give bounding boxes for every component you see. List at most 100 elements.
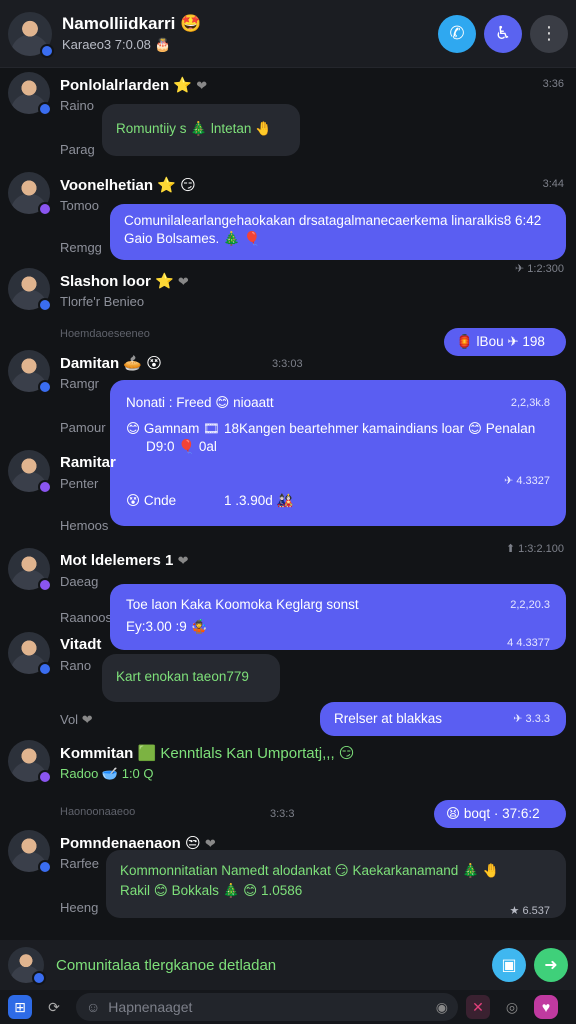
sender-avatar[interactable] — [8, 268, 52, 312]
sender-name[interactable]: Voonelhetian ⭐ 😏 — [60, 176, 196, 194]
bubble-time: 2,2,20.3 — [510, 599, 550, 611]
sender-avatar[interactable] — [8, 72, 52, 116]
verified-badge-icon — [38, 662, 52, 676]
sender-sub: Raino — [60, 98, 94, 113]
message-bubble[interactable]: Kart enokan taeon779 — [102, 654, 280, 702]
sender-sub: Pamour — [60, 420, 106, 435]
heart-icon[interactable]: ♥ — [534, 995, 558, 1019]
verified-badge-icon — [38, 578, 52, 592]
bubble-time: 2,2,3k.8 — [510, 397, 550, 409]
heart-icon[interactable]: ❤ — [205, 836, 216, 851]
camera-icon[interactable]: ◉ — [436, 999, 448, 1016]
sender-sub: Heeng — [60, 900, 99, 915]
phone-icon: ✆ — [449, 23, 465, 43]
verified-badge-icon — [38, 102, 52, 116]
heart-icon[interactable]: ❤ — [178, 553, 189, 568]
sender-sub: Rano — [60, 658, 92, 673]
sender-name[interactable]: Ramitar — [60, 454, 116, 471]
bubble-line: Rakil 😊 Bokkals 🎄 😊 1.0586 — [120, 883, 303, 898]
message-bubble[interactable]: Kommonnitatian Namedt alodankat 😏 Kaekar… — [106, 850, 566, 918]
message-item: Ramitar Penter Hemoos ⬆ 1:3:2.100 — [0, 450, 576, 555]
sender-sub: Hoemdaoeseeneo — [60, 328, 150, 340]
bubble-line: Toe laon Kaka Koomoka Keglarg sonst — [126, 597, 359, 612]
sender-avatar[interactable] — [8, 450, 52, 494]
sender-name[interactable]: Slashon loor ⭐ ❤ — [60, 272, 189, 290]
message-item: Vitadt Rano Kart enokan taeon779 — [0, 632, 576, 704]
send-arrow-icon: ➜ — [544, 957, 558, 974]
sender-name[interactable]: Ponlolalrlarden ⭐ ❤ — [60, 76, 207, 94]
sender-sub: Radoo 🥣 1:0 Q — [60, 766, 154, 781]
message-item: Slashon loor ⭐ ❤ Tlorfe'r Benieo Hoemdao… — [0, 268, 576, 356]
chat-header: Namolliidkarri 🤩 Karaeo3 7:0.08 🎂 ✆ ♿ ⋮ — [0, 0, 576, 68]
call-button[interactable]: ✆ — [438, 14, 476, 53]
header-avatar[interactable] — [8, 11, 54, 58]
bubble-time: ★ 6.537 — [509, 905, 550, 917]
message-item: Voonelhetian ⭐ 😏 Tomoo Remgg 3:44 Comuni… — [0, 172, 576, 275]
sender-sub: Daeag — [60, 574, 99, 589]
attach-button[interactable]: ▣ — [492, 948, 526, 982]
heart-icon[interactable]: ❤ — [178, 274, 189, 289]
sender-avatar[interactable] — [8, 632, 52, 676]
timestamp: 3:3:3 — [270, 808, 295, 820]
message-item: Ponlolalrlarden ⭐ ❤ Raino Parag 3:36 Rom… — [0, 72, 576, 162]
message-item: Kommitan 🟩 Kenntlals Kan Umportatj,,, 😏 … — [0, 740, 576, 830]
verified-badge-icon — [38, 298, 52, 312]
sender-sub: Vol ❤ — [60, 712, 93, 727]
mic-icon[interactable]: ✕ — [466, 995, 490, 1019]
sender-avatar[interactable] — [8, 548, 52, 592]
verified-badge-icon — [32, 971, 46, 985]
timestamp: 3:3:03 — [272, 358, 303, 370]
verified-badge-icon — [38, 860, 52, 874]
video-button[interactable]: ♿ — [484, 14, 522, 53]
more-vertical-icon: ⋮ — [540, 23, 558, 43]
verified-badge-icon — [38, 202, 52, 216]
header-titles[interactable]: Namolliidkarri 🤩 Karaeo3 7:0.08 🎂 — [62, 14, 430, 53]
bubble-text: Rrelser at blakkas — [334, 711, 443, 726]
message-item: Vol ❤ Rrelser at blakkas ✈ 3.3.3 — [0, 702, 576, 742]
message-bubble[interactable]: 😫 boqt · 37:6:2 — [434, 800, 566, 828]
message-bubble[interactable]: Rrelser at blakkas ✈ 3.3.3 — [320, 702, 566, 736]
message-input[interactable]: ☺ Hapnenaaget ◉ — [76, 993, 458, 1021]
eye-icon[interactable]: ◎ — [500, 995, 524, 1019]
bubble-line: Kommonnitatian Namedt alodankat 😏 Kaekar… — [120, 863, 500, 878]
sender-sub: Remgg — [60, 240, 102, 255]
sender-name[interactable]: Damitan 🥧 😵 — [60, 354, 162, 372]
sender-avatar[interactable] — [8, 740, 52, 784]
sender-sub: Haonoonaaeoo — [60, 806, 136, 818]
composer-text[interactable]: Comunitalaa tlergkanoe detladan — [56, 957, 484, 974]
message-input-placeholder: Hapnenaaget — [108, 999, 193, 1015]
more-button[interactable]: ⋮ — [530, 14, 568, 53]
bottom-bar: ⊞ ⟳ ☺ Hapnenaaget ◉ ✕ ◎ ♥ — [0, 990, 576, 1024]
smile-icon: ☺ — [86, 999, 101, 1015]
bubble-time: ✈ 3.3.3 — [513, 713, 550, 725]
heart-icon[interactable]: ❤ — [82, 712, 93, 727]
timestamp: 3:36 — [542, 78, 564, 90]
sender-sub: Rarfee — [60, 856, 100, 871]
sender-sub: Tomoo — [60, 198, 100, 213]
send-button[interactable]: ➜ — [534, 948, 568, 982]
sender-sub: Hemoos — [60, 518, 109, 533]
chat-title: Namolliidkarri 🤩 — [62, 14, 202, 33]
timestamp: 3:44 — [542, 178, 564, 190]
sender-sub: Raanoos — [60, 610, 113, 625]
sender-name[interactable]: Kommitan 🟩 Kenntlals Kan Umportatj,,, 😏 — [60, 744, 354, 762]
sender-avatar[interactable] — [8, 830, 52, 874]
message-bubble[interactable]: Romuntiiy s 🎄 lntetan 🤚 — [102, 104, 300, 156]
sender-sub: Ramgr — [60, 376, 100, 391]
message-bubble[interactable]: Comunilalearlangehaokakan drsatagalmanec… — [110, 204, 566, 260]
message-feed[interactable]: Ponlolalrlarden ⭐ ❤ Raino Parag 3:36 Rom… — [0, 68, 576, 940]
chat-subtitle: Karaeo3 7:0.08 🎂 — [62, 37, 171, 52]
sender-name[interactable]: Mot ldelemers 1 ❤ — [60, 552, 188, 569]
sender-avatar[interactable] — [8, 350, 52, 394]
sender-avatar[interactable] — [8, 172, 52, 216]
refresh-icon[interactable]: ⟳ — [42, 995, 66, 1019]
verified-badge-icon — [38, 380, 52, 394]
verified-badge-icon — [38, 770, 52, 784]
bubble-line: 😊 Gamnam 🎞 18Kangen beartehmer kamaindia… — [126, 421, 536, 436]
self-avatar[interactable] — [8, 947, 46, 985]
video-icon: ♿ — [494, 23, 512, 43]
verified-badge-icon — [38, 480, 52, 494]
heart-icon[interactable]: ❤ — [196, 78, 207, 93]
sender-name[interactable]: Vitadt — [60, 636, 101, 653]
apps-icon[interactable]: ⊞ — [8, 995, 32, 1019]
